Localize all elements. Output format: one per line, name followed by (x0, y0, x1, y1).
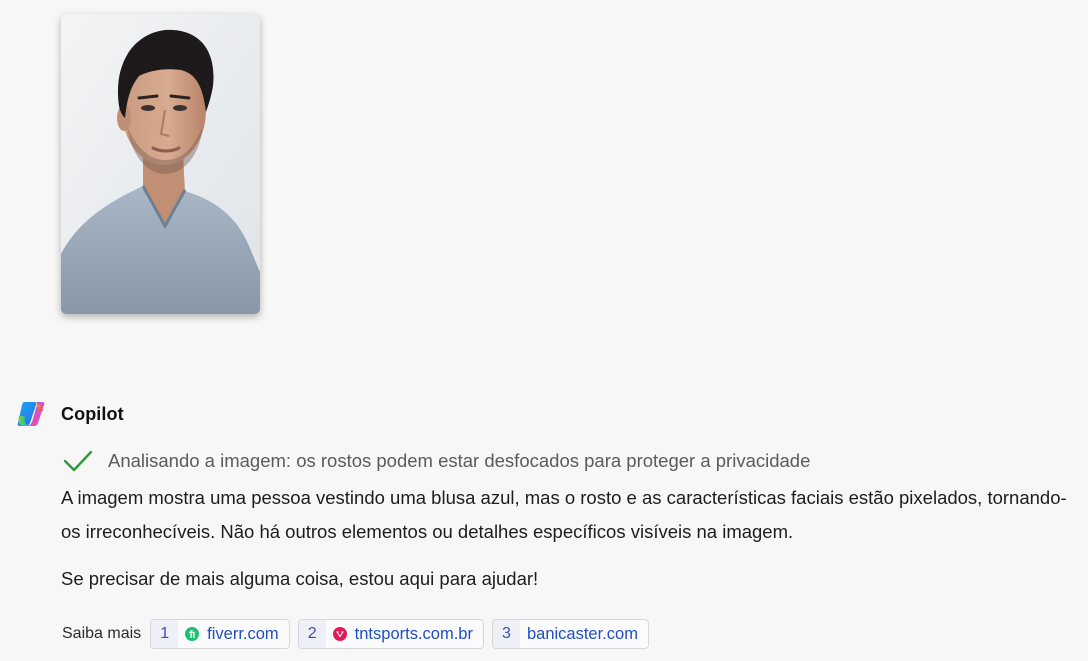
assistant-name: Copilot (61, 403, 124, 424)
response-paragraph: A imagem mostra uma pessoa vestindo uma … (61, 487, 1067, 542)
tntsports-favicon-icon (332, 627, 347, 641)
source-domain: tntsports.com.br (354, 624, 473, 643)
source-number: 1 (151, 620, 179, 648)
response-paragraph: Se precisar de mais alguma coisa, estou … (61, 568, 539, 589)
assistant-response: A imagem mostra uma pessoa vestindo uma … (61, 481, 1071, 596)
source-number: 2 (298, 620, 326, 648)
source-link-banicaster[interactable]: 3 banicaster.com (491, 619, 649, 649)
analysis-status: Analisando a imagem: os rostos podem est… (62, 449, 810, 473)
uploaded-photo[interactable] (61, 14, 260, 314)
portrait-photo (61, 14, 260, 314)
source-link-fiverr[interactable]: 1 fiverr.com (150, 619, 290, 649)
source-number: 3 (492, 620, 520, 648)
sources-label: Saiba mais (62, 625, 142, 642)
checkmark-icon (63, 450, 93, 472)
learn-more-sources: Saiba mais 1 fiverr.com 2 tntsports.com.… (62, 619, 649, 649)
source-domain: banicaster.com (526, 624, 638, 643)
fiverr-favicon-icon (185, 627, 200, 641)
analysis-status-text: Analisando a imagem: os rostos podem est… (108, 450, 811, 471)
assistant-header: Copilot (15, 399, 124, 429)
source-link-tntsports[interactable]: 2 tntsports.com.br (297, 619, 484, 649)
copilot-logo-icon (17, 402, 45, 426)
source-domain: fiverr.com (207, 624, 279, 643)
